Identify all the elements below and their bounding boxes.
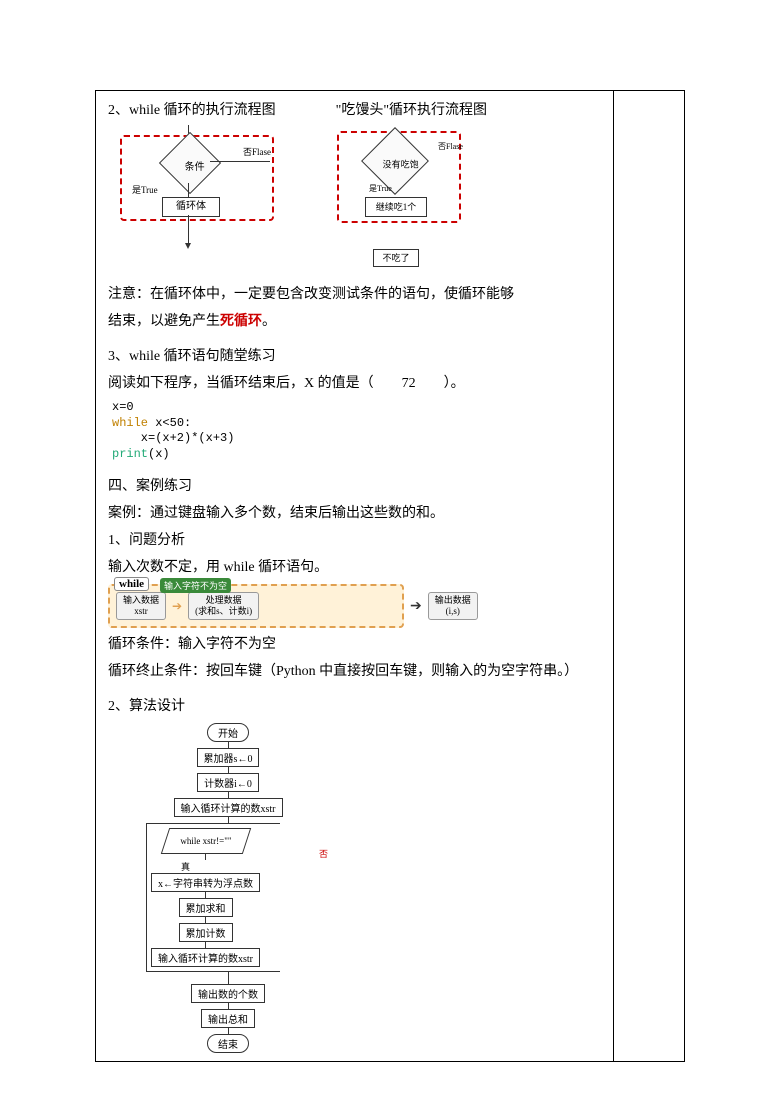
step-node: 输入循环计算的数xstr	[174, 798, 283, 817]
analysis-title: 1、问题分析	[108, 530, 601, 551]
content-column: 2、while 循环的执行流程图 "吃馒头"循环执行流程图 条件 是True 否…	[96, 91, 614, 1061]
algo-title: 2、算法设计	[108, 696, 601, 717]
loop-body: 继续吃1个	[365, 197, 427, 217]
bubble-label: 输入字符不为空	[160, 578, 231, 593]
step-node: 累加器s←0	[197, 748, 260, 767]
flow-titles: 2、while 循环的执行流程图 "吃馒头"循环执行流程图	[108, 99, 601, 119]
flowchart-mantou: 没有吃饱 是True 否Flase 继续吃1个 不吃了	[323, 123, 478, 278]
start-node: 开始	[207, 723, 249, 742]
while-cond: while xstr!=""	[160, 828, 250, 854]
label-yes: 真	[181, 860, 190, 873]
flowchart-while: 条件 是True 否Flase 循环体	[108, 123, 283, 263]
label-false: 否Flase	[243, 145, 271, 158]
label-true: 是True	[369, 183, 392, 194]
label-no: 否	[319, 847, 328, 860]
code-block: x=0 while x<50: x=(x+2)*(x+3) print(x)	[112, 400, 601, 462]
algo-flowchart: 否 开始 累加器s←0 计数器i←0 输入循环计算的数xstr while xs…	[108, 723, 348, 1053]
flow-title-1: 2、while 循环的执行流程图	[108, 99, 276, 119]
loop-body: 循环体	[162, 197, 220, 217]
end-node: 结束	[207, 1034, 249, 1053]
loop-frame: while xstr!="" 真 x←字符串转为浮点数 累加求和 累加计数 输入…	[146, 823, 280, 972]
step-node: 输入循环计算的数xstr	[151, 948, 260, 967]
step-node: 输出数的个数	[191, 984, 265, 1003]
code-line: x=(x+2)*(x+3)	[112, 431, 601, 447]
code-line: x=0	[112, 400, 601, 416]
case-title: 四、案例练习	[108, 476, 601, 497]
sec-practice-title: 3、while 循环语句随堂练习	[108, 346, 601, 367]
step-node: x←字符串转为浮点数	[151, 873, 260, 892]
label-false: 否Flase	[438, 141, 463, 152]
stop-cond: 循环终止条件：按回车键（Python 中直接按回车键，则输入的为空字符串。）	[108, 661, 601, 682]
arrow-icon: ➔	[410, 598, 422, 615]
loop-cond: 循环条件：输入字符不为空	[108, 634, 601, 655]
highlight-dead-loop: 死循环	[220, 314, 262, 329]
flow-title-2: "吃馒头"循环执行流程图	[336, 99, 487, 119]
code-line: while x<50:	[112, 416, 601, 432]
practice-question: 阅读如下程序，当循环结束后，X 的值是（ 72 ）。	[108, 373, 601, 394]
step-node: 计数器i←0	[197, 773, 259, 792]
step-node: 累加求和	[179, 898, 233, 917]
while-chip: while	[114, 577, 149, 591]
pipeline-diagram: while 输入字符不为空 输入数据 xstr ➔ 处理数据 (求和s、计数i)…	[108, 584, 601, 628]
pipe-output: 输出数据 (i,s)	[428, 592, 478, 620]
end-box: 不吃了	[373, 249, 419, 267]
case-desc: 案例：通过键盘输入多个数，结束后输出这些数的和。	[108, 503, 601, 524]
label-true: 是True	[132, 183, 158, 196]
pipe-input: 输入数据 xstr	[116, 592, 166, 620]
note-line2: 结束，以避免产生死循环。	[108, 311, 601, 332]
analysis-text: 输入次数不定，用 while 循环语句。	[108, 557, 601, 578]
step-node: 累加计数	[179, 923, 233, 942]
note-line1: 注意：在循环体中，一定要包含改变测试条件的语句，使循环能够	[108, 284, 601, 305]
margin-column	[614, 91, 684, 1061]
pipe-process: 处理数据 (求和s、计数i)	[188, 592, 259, 620]
code-line: print(x)	[112, 447, 601, 463]
arrow-icon: ➔	[172, 599, 182, 614]
step-node: 输出总和	[201, 1009, 255, 1028]
